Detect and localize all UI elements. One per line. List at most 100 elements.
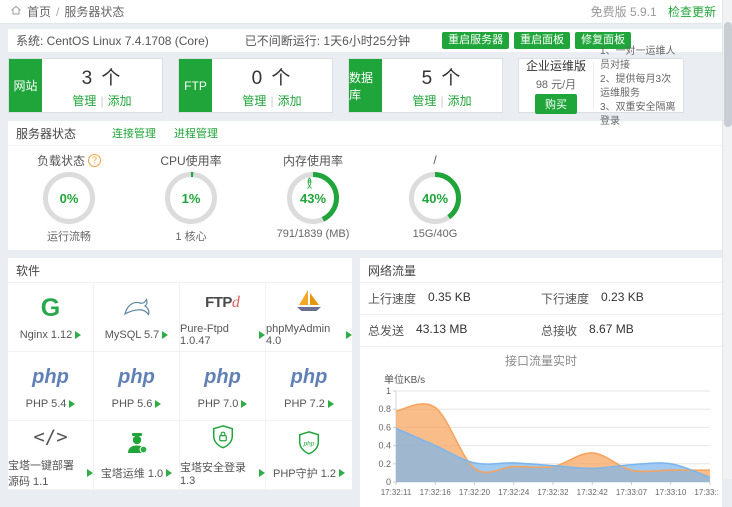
running-play-icon[interactable]: [75, 331, 81, 339]
svg-text:17:32:20: 17:32:20: [459, 488, 491, 497]
running-play-icon[interactable]: [339, 469, 345, 477]
software-item-php-guard[interactable]: php PHP守护 1.2: [266, 421, 352, 490]
running-play-icon[interactable]: [241, 400, 247, 408]
restart-panel-button[interactable]: 重启面板: [514, 32, 570, 49]
down-speed-label: 下行速度: [541, 290, 589, 307]
code-deploy-icon: </>: [33, 426, 67, 448]
software-item-label: PHP 7.0: [198, 398, 239, 410]
gauge-subtext: 1 核心: [175, 228, 206, 244]
link-divider: |: [440, 94, 443, 108]
server-status-title: 服务器状态: [16, 125, 76, 142]
running-play-icon[interactable]: [346, 331, 352, 339]
gauge-label: 内存使用率: [283, 152, 343, 169]
software-item-nginx[interactable]: G Nginx 1.12: [8, 283, 94, 352]
gauge-value: 43%: [286, 171, 340, 225]
software-item-php56[interactable]: php PHP 5.6: [94, 352, 180, 421]
promo-feature: 2、提供每月3次运维服务: [600, 73, 681, 101]
running-play-icon[interactable]: [328, 400, 334, 408]
system-uptime: 已不间断运行: 1天6小时25分钟: [245, 32, 410, 49]
ftp-card-label: FTP: [179, 59, 212, 112]
tab-process-manage[interactable]: 进程管理: [174, 125, 218, 141]
software-item-label: PHP 5.6: [112, 398, 153, 410]
shield-php-icon: php: [296, 429, 322, 460]
mysql-logo-icon: [122, 295, 152, 322]
php-logo-icon: php: [118, 366, 155, 389]
database-card: 数据库 5 个 管理|添加: [348, 58, 503, 113]
up-speed-value: 0.35 KB: [428, 290, 471, 307]
system-os: 系统: CentOS Linux 7.4.1708 (Core): [16, 32, 209, 49]
top-bar: 首页 / 服务器状态 免费版 5.9.1 检查更新: [0, 0, 732, 24]
breadcrumb-home[interactable]: 首页: [27, 3, 51, 20]
svg-text:0.8: 0.8: [378, 404, 391, 414]
up-speed-label: 上行速度: [368, 290, 416, 307]
software-item-label: Pure-Ftpd 1.0.47: [180, 323, 256, 347]
software-item-php54[interactable]: php PHP 5.4: [8, 352, 94, 421]
php-logo-icon: php: [204, 366, 241, 389]
ftp-add-link[interactable]: 添加: [278, 94, 302, 108]
chart-title: 接口流量实时: [360, 352, 722, 369]
database-manage-link[interactable]: 管理: [412, 94, 436, 108]
gauge-value: 40%: [408, 171, 462, 225]
chart-unit-label: 单位KB/s: [360, 371, 722, 386]
software-item-deploy-code[interactable]: </> 宝塔一键部署源码 1.1: [8, 421, 94, 490]
scrollbar-thumb[interactable]: [724, 22, 732, 127]
restart-server-button[interactable]: 重启服务器: [442, 32, 509, 49]
server-status-panel: 服务器状态 连接管理 进程管理 负载状态 0% 运行流畅 CPU使用率: [8, 121, 722, 250]
software-item-phpmyadmin[interactable]: phpMyAdmin 4.0: [266, 283, 352, 352]
svg-text:17:32:24: 17:32:24: [498, 488, 530, 497]
running-play-icon[interactable]: [69, 400, 75, 408]
database-add-link[interactable]: 添加: [448, 94, 472, 108]
total-row: 总发送43.13 MB 总接收8.67 MB: [360, 315, 722, 347]
buy-button[interactable]: 购买: [535, 94, 577, 114]
nginx-logo-icon: G: [41, 294, 60, 323]
software-item-php72[interactable]: php PHP 7.2: [266, 352, 352, 421]
software-item-mysql[interactable]: MySQL 5.7: [94, 283, 180, 352]
software-item-label: MySQL 5.7: [105, 329, 160, 341]
website-card: 网站 3 个 管理|添加: [8, 58, 163, 113]
gauge-subtext: 15G/40G: [413, 228, 458, 240]
phpmyadmin-logo-icon: [295, 288, 323, 317]
software-item-label: 宝塔一键部署源码 1.1: [8, 457, 84, 489]
website-manage-link[interactable]: 管理: [72, 94, 96, 108]
svg-text:php: php: [303, 440, 315, 447]
software-item-bt-ops[interactable]: 宝塔运维 1.0: [94, 421, 180, 490]
shield-lock-icon: [210, 423, 236, 454]
software-item-label: 宝塔安全登录 1.3: [180, 459, 256, 487]
promo-features: 1、一对一运维人员对接 2、提供每月3次运维服务 3、双重安全隔离登录: [593, 62, 683, 109]
running-play-icon[interactable]: [166, 469, 172, 477]
svg-text:17:32:32: 17:32:32: [537, 488, 569, 497]
svg-text:0.6: 0.6: [378, 422, 391, 432]
check-update-link[interactable]: 检查更新: [668, 5, 716, 19]
website-add-link[interactable]: 添加: [108, 94, 132, 108]
svg-text:17:33:07: 17:33:07: [616, 488, 648, 497]
tab-connection-manage[interactable]: 连接管理: [112, 125, 156, 141]
gauge-value: 0%: [42, 171, 96, 225]
running-play-icon[interactable]: [162, 331, 168, 339]
software-item-php70[interactable]: php PHP 7.0: [180, 352, 266, 421]
total-recv-label: 总接收: [541, 322, 577, 339]
running-play-icon[interactable]: [87, 469, 93, 477]
running-play-icon[interactable]: [259, 331, 265, 339]
svg-text:17:33:13: 17:33:13: [694, 488, 718, 497]
software-item-secure-login[interactable]: 宝塔安全登录 1.3: [180, 421, 266, 490]
down-speed-value: 0.23 KB: [601, 290, 644, 307]
software-item-label: PHP 7.2: [284, 398, 325, 410]
running-play-icon[interactable]: [259, 469, 265, 477]
gauges-row: 负载状态 0% 运行流畅 CPU使用率 1%: [8, 146, 722, 250]
svg-text:17:32:16: 17:32:16: [420, 488, 452, 497]
link-divider: |: [100, 94, 103, 108]
promo-price: 98 元/月: [536, 76, 576, 92]
running-play-icon[interactable]: [155, 400, 161, 408]
promo-feature: 1、一对一运维人员对接: [600, 45, 681, 73]
ftp-card: FTP 0 个 管理|添加: [178, 58, 333, 113]
website-count: 3 个: [82, 63, 123, 90]
traffic-area-chart: 00.20.40.60.8117:32:1117:32:1617:32:2017…: [360, 386, 722, 507]
svg-text:0.4: 0.4: [378, 441, 391, 451]
software-item-pureftpd[interactable]: FTPd Pure-Ftpd 1.0.47: [180, 283, 266, 352]
breadcrumb-current: 服务器状态: [64, 3, 124, 20]
software-item-label: phpMyAdmin 4.0: [266, 323, 343, 347]
ftp-manage-link[interactable]: 管理: [242, 94, 266, 108]
help-icon[interactable]: [88, 154, 101, 167]
software-item-label: PHP 5.4: [26, 398, 67, 410]
memory-gauge: 内存使用率 43% 791/1839 (MB): [252, 152, 374, 244]
